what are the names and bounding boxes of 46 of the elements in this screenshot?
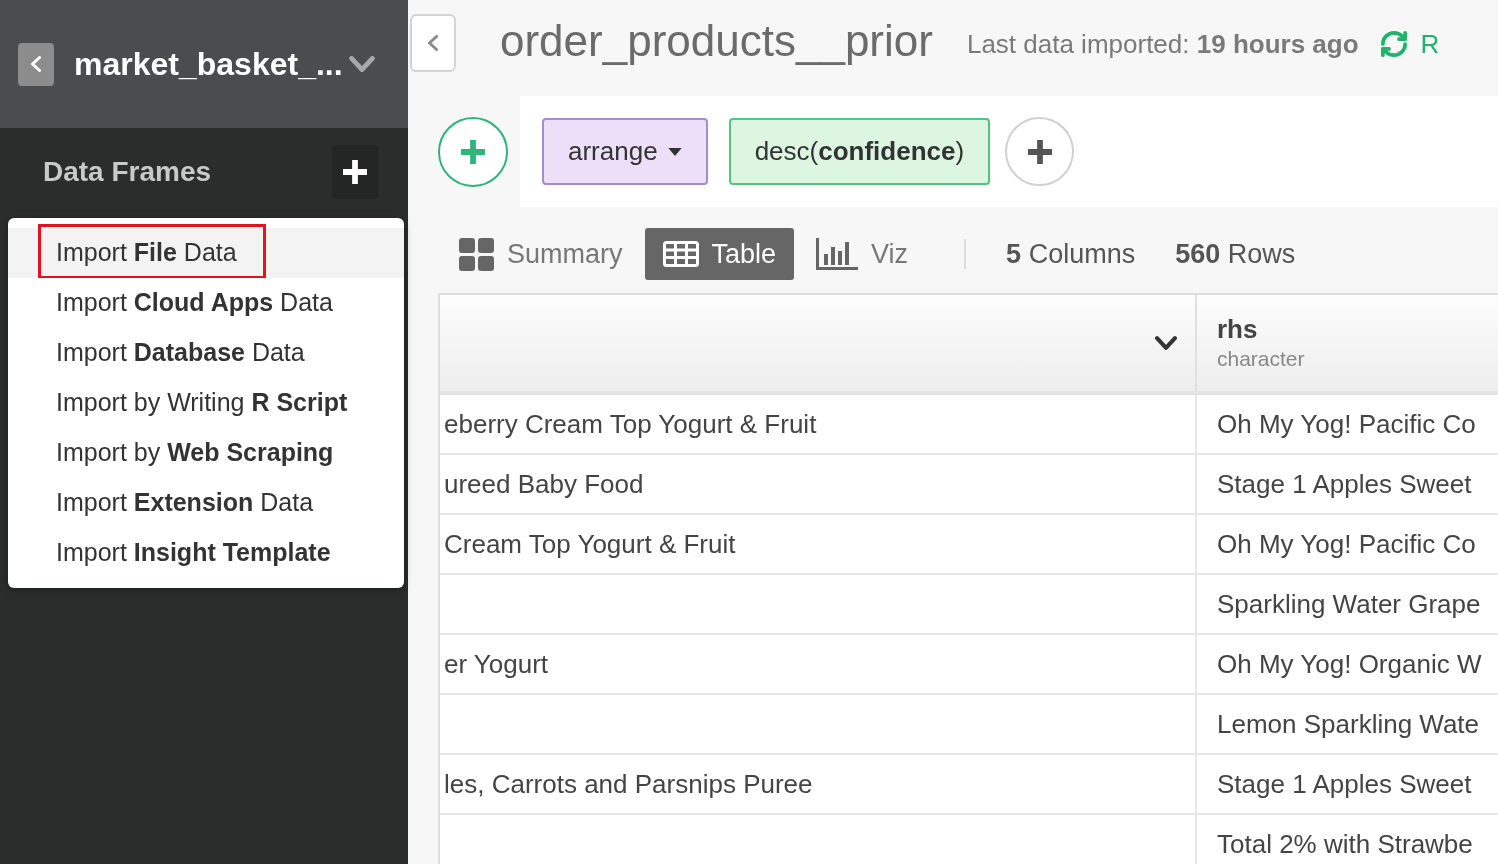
view-tab[interactable]: Summary bbox=[441, 228, 641, 280]
table-cell-text: Oh My Yog! Pacific Co bbox=[1217, 527, 1476, 561]
command-dropdown[interactable]: arrange bbox=[542, 118, 708, 185]
table-cell-text: eberry Cream Top Yogurt & Fruit bbox=[444, 407, 817, 441]
menu-item[interactable]: Import Extension Data bbox=[8, 478, 404, 528]
table-stat: 560 Rows bbox=[1175, 237, 1296, 271]
table-cell-text: les, Carrots and Parsnips Puree bbox=[444, 767, 813, 801]
chevron-left-icon bbox=[31, 56, 41, 72]
plus-icon bbox=[1027, 139, 1052, 164]
column-name: rhs bbox=[1217, 313, 1259, 345]
table-cell-text: Stage 1 Apples Sweet bbox=[1217, 767, 1472, 801]
page-title: order_products__prior bbox=[500, 19, 933, 63]
view-tab[interactable]: Viz bbox=[798, 228, 927, 280]
menu-item[interactable]: Import Cloud Apps Data bbox=[8, 278, 404, 328]
refresh-icon bbox=[1380, 31, 1407, 57]
caret-down-icon bbox=[667, 147, 682, 156]
table-cell-text: ureed Baby Food bbox=[444, 467, 644, 501]
back-button[interactable] bbox=[18, 42, 54, 86]
bar-chart-icon bbox=[816, 238, 859, 270]
column-type: character bbox=[1217, 346, 1306, 372]
chevron-down-icon[interactable] bbox=[1155, 336, 1177, 350]
table-cell-text: Stage 1 Apples Sweet bbox=[1217, 467, 1472, 501]
argument-chip[interactable]: desc(confidence) bbox=[728, 118, 991, 185]
import-status: Last data imported: 19 hours ago bbox=[966, 27, 1359, 61]
table-cell-text: Total 2% with Strawbe bbox=[1217, 827, 1473, 861]
table-stat: 5 Columns bbox=[1006, 237, 1136, 271]
menu-item[interactable]: Import by Web Scraping bbox=[8, 428, 404, 478]
table-cell-text: Sparkling Water Grape bbox=[1217, 587, 1481, 621]
table-cell-text: er Yogurt bbox=[444, 647, 549, 681]
plus-icon bbox=[461, 139, 485, 164]
project-selector[interactable]: market_basket_... bbox=[74, 48, 375, 80]
grid-icon bbox=[459, 237, 494, 271]
table-cell-text: Lemon Sparkling Wate bbox=[1217, 707, 1480, 741]
table-cell-text: Cream Top Yogurt & Fruit bbox=[444, 527, 736, 561]
table-cell-text: Oh My Yog! Pacific Co bbox=[1217, 407, 1476, 441]
add-data-frame-button[interactable] bbox=[332, 145, 378, 199]
table-icon bbox=[662, 241, 699, 267]
chevron-left-icon bbox=[428, 35, 438, 51]
table-cell-text: Oh My Yog! Organic W bbox=[1217, 647, 1482, 681]
menu-item[interactable]: Import by Writing R Script bbox=[8, 378, 404, 428]
section-title: Data Frames bbox=[43, 155, 212, 189]
plus-icon bbox=[343, 160, 367, 184]
menu-item[interactable]: Import Insight Template bbox=[8, 528, 404, 578]
chevron-down-icon bbox=[348, 56, 375, 72]
view-tab[interactable]: Table bbox=[644, 228, 795, 280]
menu-item[interactable]: Import Database Data bbox=[8, 328, 404, 378]
